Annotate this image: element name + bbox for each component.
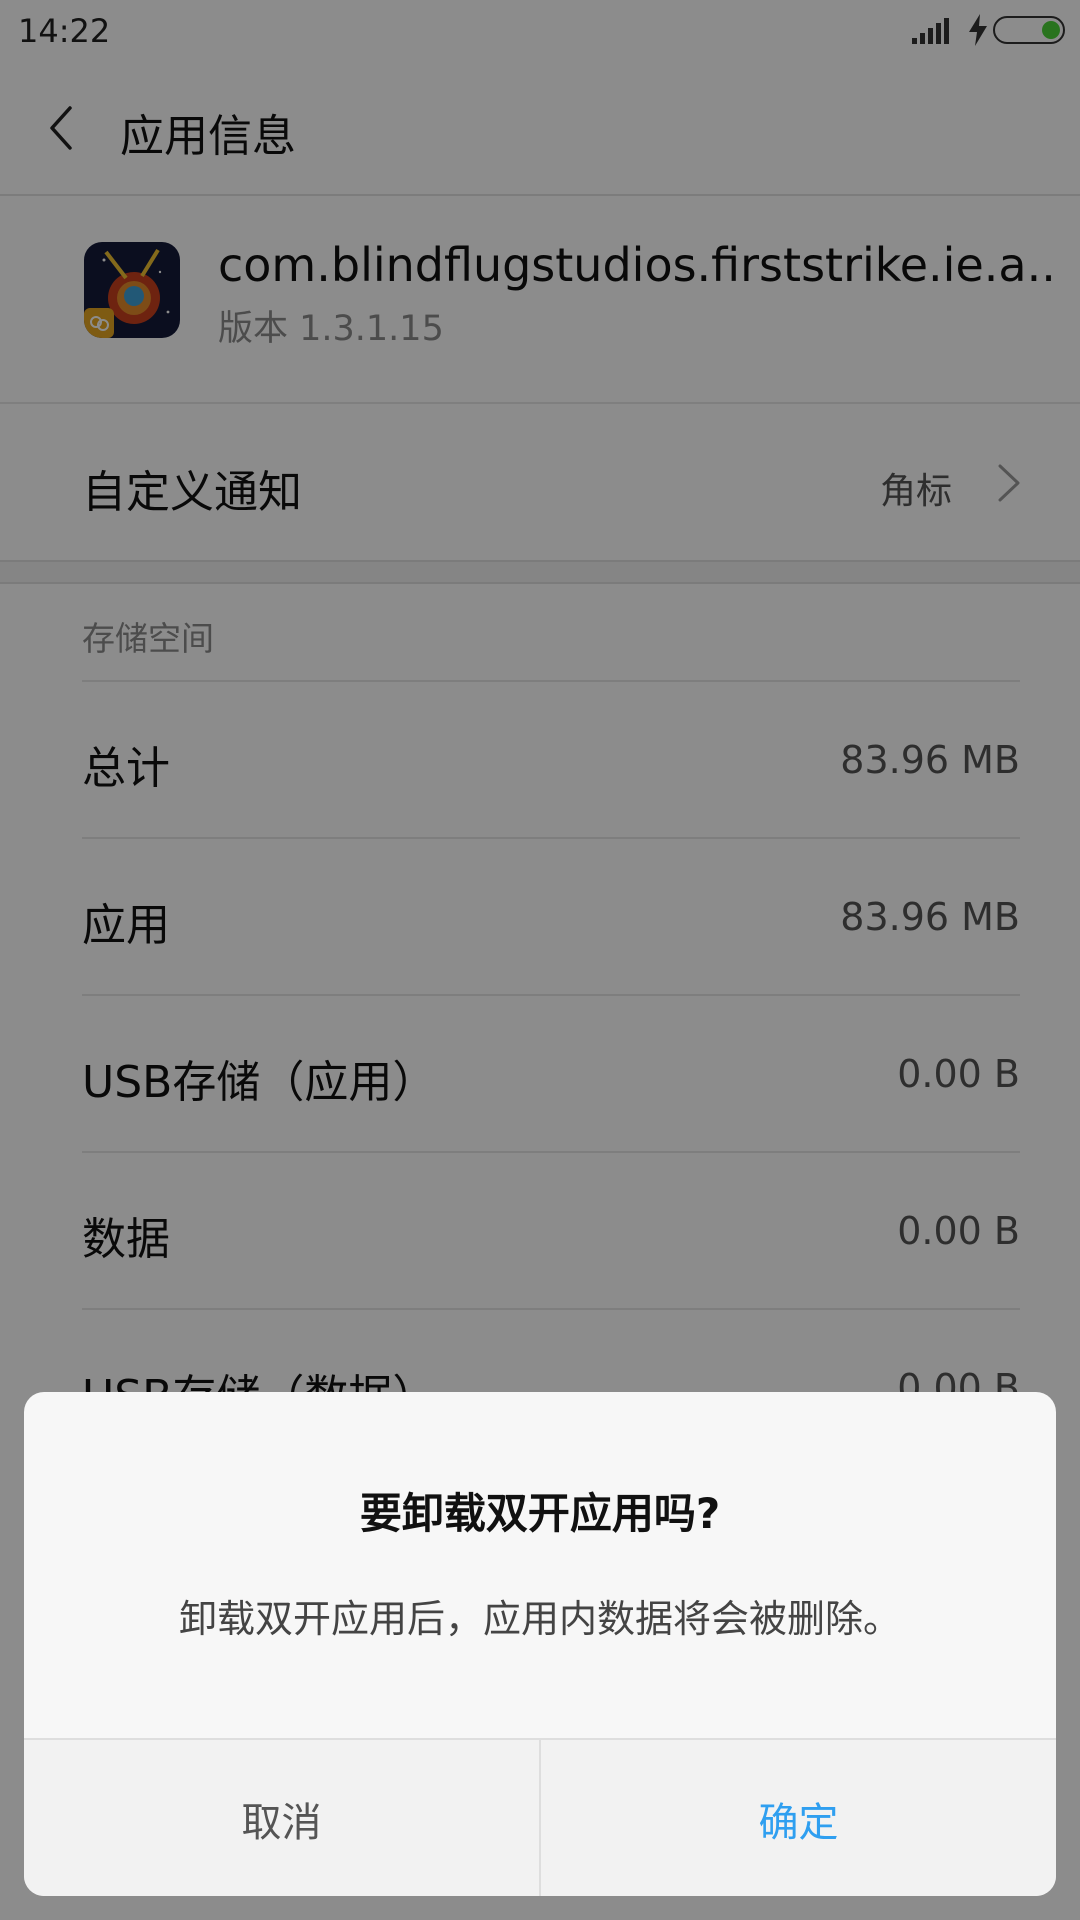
dialog-message: 卸载双开应用后，应用内数据将会被删除。 [178, 1597, 901, 1641]
uninstall-dialog: 要卸载双开应用吗? 卸载双开应用后，应用内数据将会被删除。 取消 确定 [24, 1392, 1056, 1896]
confirm-button[interactable]: 确定 [541, 1740, 1056, 1896]
dialog-button-bar: 取消 确定 [24, 1738, 1056, 1896]
cancel-button[interactable]: 取消 [24, 1740, 541, 1896]
dialog-title: 要卸载双开应用吗? [359, 1489, 721, 1538]
